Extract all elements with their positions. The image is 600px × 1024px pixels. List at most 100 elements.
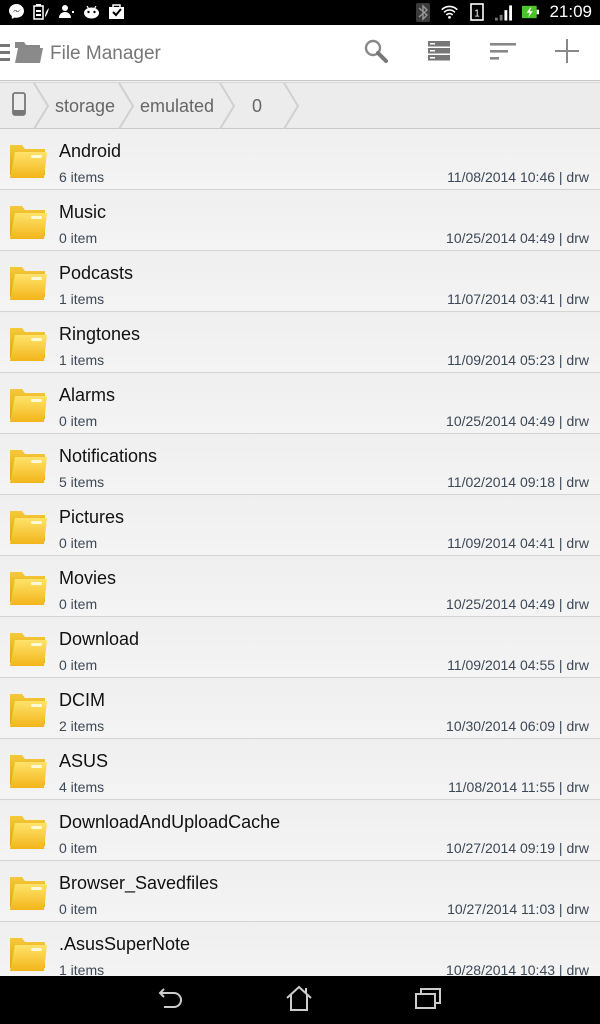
phone-icon	[12, 91, 26, 121]
recent-apps-button[interactable]	[408, 984, 448, 1016]
file-row[interactable]: Movies 0 item 10/25/2014 04:49 | drw	[0, 556, 600, 617]
file-name: ASUS	[59, 751, 109, 771]
file-name: DCIM	[59, 690, 105, 710]
messenger-icon	[8, 3, 25, 20]
breadcrumb: storage emulated 0	[0, 82, 600, 129]
file-meta: 11/09/2014 05:23 | drw	[447, 352, 589, 368]
file-row[interactable]: Podcasts 1 items 11/07/2014 03:41 | drw	[0, 251, 600, 312]
file-row[interactable]: Ringtones 1 items 11/09/2014 05:23 | drw	[0, 312, 600, 373]
item-count: 1 items	[59, 291, 105, 307]
file-row[interactable]: .AsusSuperNote 1 items 10/28/2014 10:43 | …	[0, 922, 600, 976]
folder-icon	[7, 810, 49, 852]
breadcrumb-separator	[283, 83, 300, 129]
sort-button[interactable]	[486, 37, 520, 69]
file-meta: 10/25/2014 04:49 | drw	[446, 413, 589, 429]
search-button[interactable]	[359, 37, 393, 69]
folder-icon	[7, 139, 49, 181]
file-meta: 10/27/2014 09:19 | drw	[446, 840, 589, 856]
file-meta: 11/09/2014 04:41 | drw	[447, 535, 589, 551]
file-name: DownloadAndUploadCache	[59, 812, 281, 832]
file-meta: 10/25/2014 04:49 | drw	[446, 230, 589, 246]
action-bar: File Manager	[0, 25, 600, 81]
bluetooth-icon	[414, 2, 431, 22]
file-meta: 10/25/2014 04:49 | drw	[446, 596, 589, 612]
file-meta: 11/08/2014 10:46 | drw	[447, 169, 589, 185]
item-count: 0 item	[59, 535, 98, 551]
file-meta: 10/28/2014 10:43 | drw	[446, 962, 589, 976]
file-row[interactable]: Notifications 5 items 11/02/2014 09:18 | d…	[0, 434, 600, 495]
folder-icon	[7, 200, 49, 242]
item-count: 0 item	[59, 596, 98, 612]
file-name: Alarms	[59, 385, 116, 405]
file-name: Notifications	[59, 446, 158, 466]
battery-saver-icon	[33, 3, 50, 20]
file-name: Browser_Savedfiles	[59, 873, 219, 893]
add-icon	[554, 38, 580, 69]
file-meta: 11/02/2014 09:18 | drw	[447, 474, 589, 490]
file-row[interactable]: Download 0 item 11/09/2014 04:55 | drw	[0, 617, 600, 678]
folder-icon	[7, 383, 49, 425]
breadcrumb-0[interactable]: 0	[252, 83, 262, 129]
sort-icon	[490, 42, 516, 65]
folder-icon	[7, 261, 49, 303]
home-button[interactable]	[279, 984, 319, 1016]
folder-icon	[7, 749, 49, 791]
folder-icon	[7, 871, 49, 913]
breadcrumb-separator	[33, 83, 50, 129]
item-count: 4 items	[59, 779, 105, 795]
folder-icon	[7, 322, 49, 364]
app-title: File Manager	[50, 43, 161, 64]
folder-icon	[7, 444, 49, 486]
file-meta: 11/08/2014 11:55 | drw	[448, 779, 589, 795]
file-row[interactable]: Pictures 0 item 11/09/2014 04:41 | drw	[0, 495, 600, 556]
sim-1-icon: 1	[468, 3, 485, 21]
item-count: 0 item	[59, 230, 98, 246]
storage-list-button[interactable]	[422, 37, 456, 69]
file-row[interactable]: ASUS 4 items 11/08/2014 11:55 | drw	[0, 739, 600, 800]
folder-icon	[7, 505, 49, 547]
breadcrumb-separator	[219, 83, 236, 129]
android-icon	[83, 3, 100, 20]
item-count: 2 items	[59, 718, 105, 734]
folder-icon	[7, 688, 49, 730]
file-name: Movies	[59, 568, 117, 588]
back-icon	[158, 986, 184, 1015]
app-folder-icon[interactable]	[14, 40, 44, 64]
file-row[interactable]: Alarms 0 item 10/25/2014 04:49 | drw	[0, 373, 600, 434]
status-time: 21:09	[549, 2, 592, 21]
file-name: Pictures	[59, 507, 125, 527]
drawer-menu-icon[interactable]	[0, 44, 10, 62]
battery-charging-icon	[522, 4, 540, 21]
file-row[interactable]: Browser_Savedfiles 0 item 10/27/2014 11:03…	[0, 861, 600, 922]
notification-icons	[8, 3, 125, 20]
navigation-bar	[0, 976, 600, 1024]
item-count: 0 item	[59, 657, 98, 673]
folder-icon	[7, 932, 49, 974]
recent-apps-icon	[414, 986, 442, 1015]
file-row[interactable]: Android 6 items 11/08/2014 10:46 | drw	[0, 129, 600, 190]
file-row[interactable]: Music 0 item 10/25/2014 04:49 | drw	[0, 190, 600, 251]
file-list[interactable]: Android 6 items 11/08/2014 10:46 | drw Musi…	[0, 129, 600, 976]
item-count: 0 item	[59, 840, 98, 856]
contact-icon	[58, 3, 75, 20]
file-row[interactable]: DCIM 2 items 10/30/2014 06:09 | drw	[0, 678, 600, 739]
item-count: 0 item	[59, 413, 98, 429]
item-count: 6 items	[59, 169, 105, 185]
file-meta: 11/07/2014 03:41 | drw	[447, 291, 589, 307]
home-icon	[285, 985, 313, 1016]
folder-icon	[7, 627, 49, 669]
signal-icon	[495, 4, 513, 21]
file-name: Ringtones	[59, 324, 141, 344]
status-bar: 1 21:09	[0, 0, 600, 25]
breadcrumb-storage[interactable]: storage	[55, 83, 115, 129]
add-button[interactable]	[550, 37, 584, 69]
breadcrumb-root[interactable]	[12, 83, 26, 129]
svg-text:1: 1	[474, 9, 480, 20]
shopping-bag-check-icon	[108, 3, 125, 20]
item-count: 5 items	[59, 474, 105, 490]
file-row[interactable]: DownloadAndUploadCache 0 item 10/27/2014 0…	[0, 800, 600, 861]
breadcrumb-emulated[interactable]: emulated	[140, 83, 214, 129]
file-name: Android	[59, 141, 122, 161]
search-icon	[363, 38, 389, 69]
back-button[interactable]	[151, 984, 191, 1016]
